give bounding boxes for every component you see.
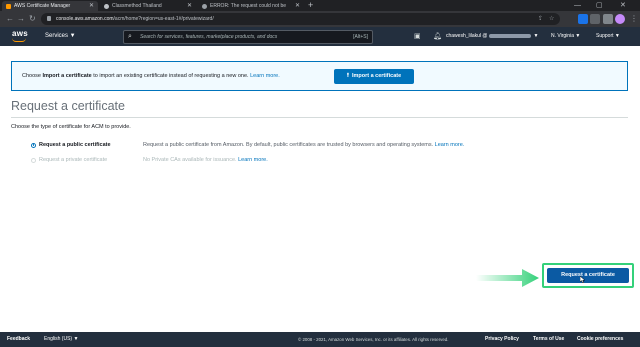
menu-dots-icon[interactable]: ⋮ <box>630 11 638 27</box>
tab-title: ERROR: The request could not be <box>210 3 287 9</box>
aws-console-header: aws Services ▼ ⌕ Search for services, fe… <box>0 27 640 46</box>
share-icon[interactable]: ⇪ <box>538 13 543 25</box>
import-info-text: Choose Import a certificate to import an… <box>22 73 280 79</box>
option-description: Request a public certificate from Amazon… <box>143 142 465 148</box>
import-info-banner: Choose Import a certificate to import an… <box>11 61 628 91</box>
url-field[interactable]: console.aws.amazon.com/acm/home?region=u… <box>41 13 560 25</box>
reload-icon[interactable]: ↻ <box>29 11 36 27</box>
privacy-policy-link[interactable]: Privacy Policy <box>485 332 519 347</box>
services-menu[interactable]: Services ▼ <box>45 27 76 46</box>
profile-avatar-icon[interactable] <box>615 14 625 24</box>
console-footer: Feedback English (US) ▼ © 2008 - 2021, A… <box>0 332 640 347</box>
radio-public-certificate[interactable] <box>31 142 36 148</box>
forward-icon[interactable]: → <box>17 11 25 27</box>
tab-classmethod-thailand[interactable]: Classmethod Thailand ✕ <box>100 1 196 11</box>
option-public-certificate[interactable]: Request a public certificate Request a pu… <box>31 142 464 148</box>
aws-logo[interactable]: aws <box>12 29 28 38</box>
page-subtitle: Choose the type of certificate for ACM t… <box>11 124 131 130</box>
globe-favicon-icon <box>202 3 207 9</box>
radio-private-certificate[interactable] <box>31 157 36 163</box>
language-selector[interactable]: English (US) ▼ <box>44 332 78 347</box>
request-button-highlight: Request a certificate <box>542 263 634 288</box>
aws-favicon-icon <box>6 3 11 9</box>
option-label: Request a public certificate <box>39 142 111 148</box>
new-tab-button[interactable]: + <box>308 0 313 11</box>
terms-of-use-link[interactable]: Terms of Use <box>533 332 564 347</box>
star-icon[interactable]: ☆ <box>549 13 554 25</box>
upload-icon: ⭱ <box>346 73 349 79</box>
browser-tab-bar: AWS Certificate Manager ✕ Classmethod Th… <box>0 0 640 11</box>
close-icon[interactable]: ✕ <box>295 3 300 9</box>
globe-favicon-icon <box>104 3 109 9</box>
browser-address-bar: ← → ↻ console.aws.amazon.com/acm/home?re… <box>0 11 640 27</box>
cloudshell-icon[interactable]: ▣ <box>414 27 421 46</box>
tab-error-request[interactable]: ERROR: The request could not be ✕ <box>198 1 304 11</box>
option-private-certificate[interactable]: Request a private certificate No Private … <box>31 157 268 163</box>
aws-smile-icon <box>12 38 26 42</box>
search-placeholder: Search for services, features, marketpla… <box>140 34 278 40</box>
divider <box>11 117 628 118</box>
option-description: No Private CAs available for issuance. L… <box>143 157 268 163</box>
page-title: Request a certificate <box>11 99 125 113</box>
search-icon: ⌕ <box>128 33 132 40</box>
support-menu[interactable]: Support ▼ <box>596 27 620 46</box>
close-window-icon[interactable]: ✕ <box>620 0 626 11</box>
minimize-icon[interactable]: — <box>574 0 581 11</box>
feedback-link[interactable]: Feedback <box>7 332 30 347</box>
extension-icon[interactable] <box>603 14 613 24</box>
account-menu[interactable]: chawesh_lilakul @ ▼ <box>446 27 538 46</box>
learn-more-link[interactable]: Learn more. <box>238 157 268 163</box>
notifications-bell-icon[interactable]: 🔔︎ <box>433 27 442 46</box>
highlight-arrow-icon <box>476 269 539 287</box>
back-icon[interactable]: ← <box>6 11 14 27</box>
import-certificate-button[interactable]: ⭱ Import a certificate <box>334 69 414 84</box>
close-icon[interactable]: ✕ <box>187 3 192 9</box>
mouse-cursor-icon <box>580 276 586 283</box>
tab-title: Classmethod Thailand <box>112 3 162 9</box>
learn-more-link[interactable]: Learn more. <box>250 73 280 79</box>
lock-icon <box>47 16 51 21</box>
puzzle-icon[interactable] <box>590 14 600 24</box>
redacted-account-id <box>489 33 532 38</box>
option-label: Request a private certificate <box>39 157 108 163</box>
search-shortcut: [Alt+S] <box>353 34 368 40</box>
tab-aws-certificate-manager[interactable]: AWS Certificate Manager ✕ <box>2 1 98 11</box>
url-text: console.aws.amazon.com/acm/home?region=u… <box>56 16 214 22</box>
region-selector[interactable]: N. Virginia ▼ <box>551 27 580 46</box>
cookie-preferences-link[interactable]: Cookie preferences <box>577 332 623 347</box>
close-icon[interactable]: ✕ <box>89 3 94 9</box>
maximize-icon[interactable]: ▢ <box>596 0 603 11</box>
tab-title: AWS Certificate Manager <box>14 3 71 9</box>
request-certificate-button[interactable]: Request a certificate <box>547 268 629 283</box>
learn-more-link[interactable]: Learn more. <box>435 142 465 148</box>
copyright-text: © 2008 - 2021, Amazon Web Services, Inc.… <box>298 337 449 342</box>
extension-icon[interactable] <box>578 14 588 24</box>
search-input[interactable]: ⌕ Search for services, features, marketp… <box>123 30 373 44</box>
